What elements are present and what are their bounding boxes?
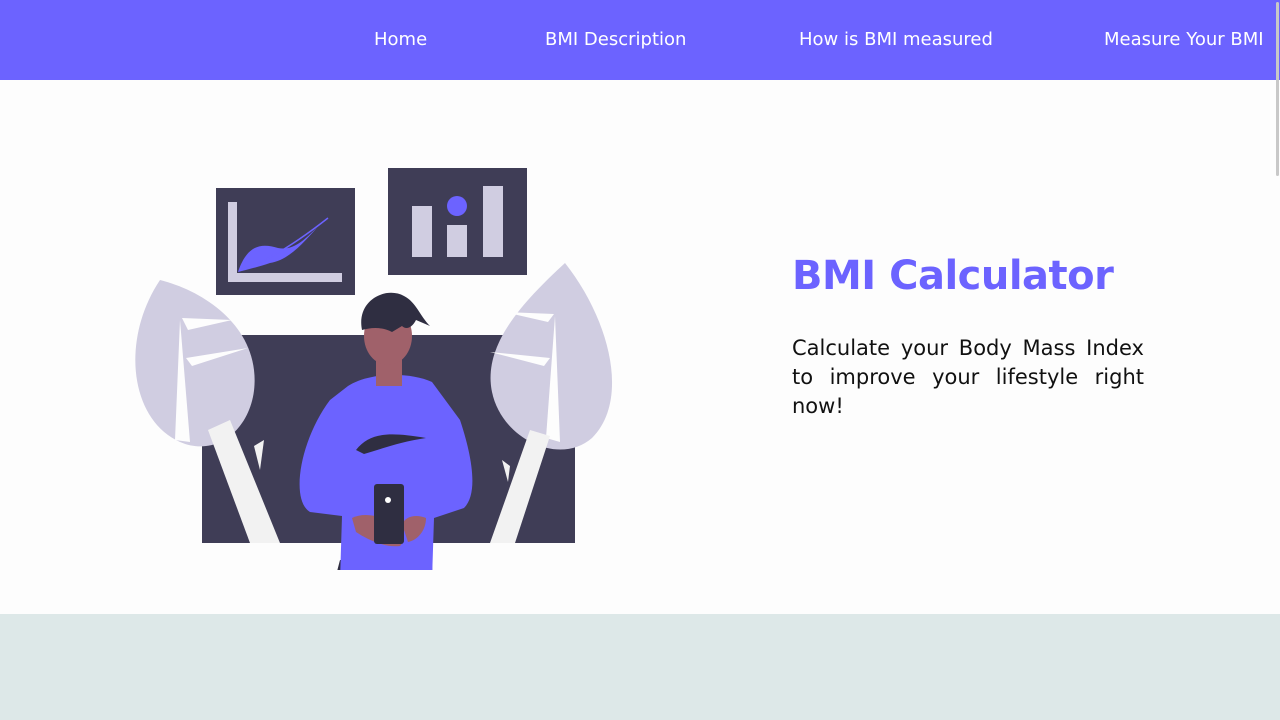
nav-link-home[interactable]: Home: [374, 28, 427, 52]
next-section-band: [0, 614, 1280, 720]
scrollbar-thumb[interactable]: [1276, 2, 1279, 176]
nav-link-measure-your-bmi[interactable]: Measure Your BMI: [1104, 28, 1264, 52]
line-chart-card-icon: [216, 188, 355, 295]
bar-chart-card-icon: [388, 168, 527, 275]
page-scrollbar[interactable]: [1274, 0, 1280, 720]
hero-text-block: BMI Calculator Calculate your Body Mass …: [792, 252, 1144, 421]
nav-link-how-bmi-measured[interactable]: How is BMI measured: [799, 28, 993, 52]
top-navbar: Home BMI Description How is BMI measured…: [0, 0, 1280, 80]
nav-link-bmi-description[interactable]: BMI Description: [545, 28, 686, 52]
page-title: BMI Calculator: [792, 253, 1114, 299]
hero-section: BMI Calculator Calculate your Body Mass …: [0, 80, 1280, 614]
hero-subtitle: Calculate your Body Mass Index to improv…: [792, 336, 1144, 418]
person-with-phone-and-charts-illustration: [130, 120, 620, 606]
phone-icon: [374, 484, 404, 544]
